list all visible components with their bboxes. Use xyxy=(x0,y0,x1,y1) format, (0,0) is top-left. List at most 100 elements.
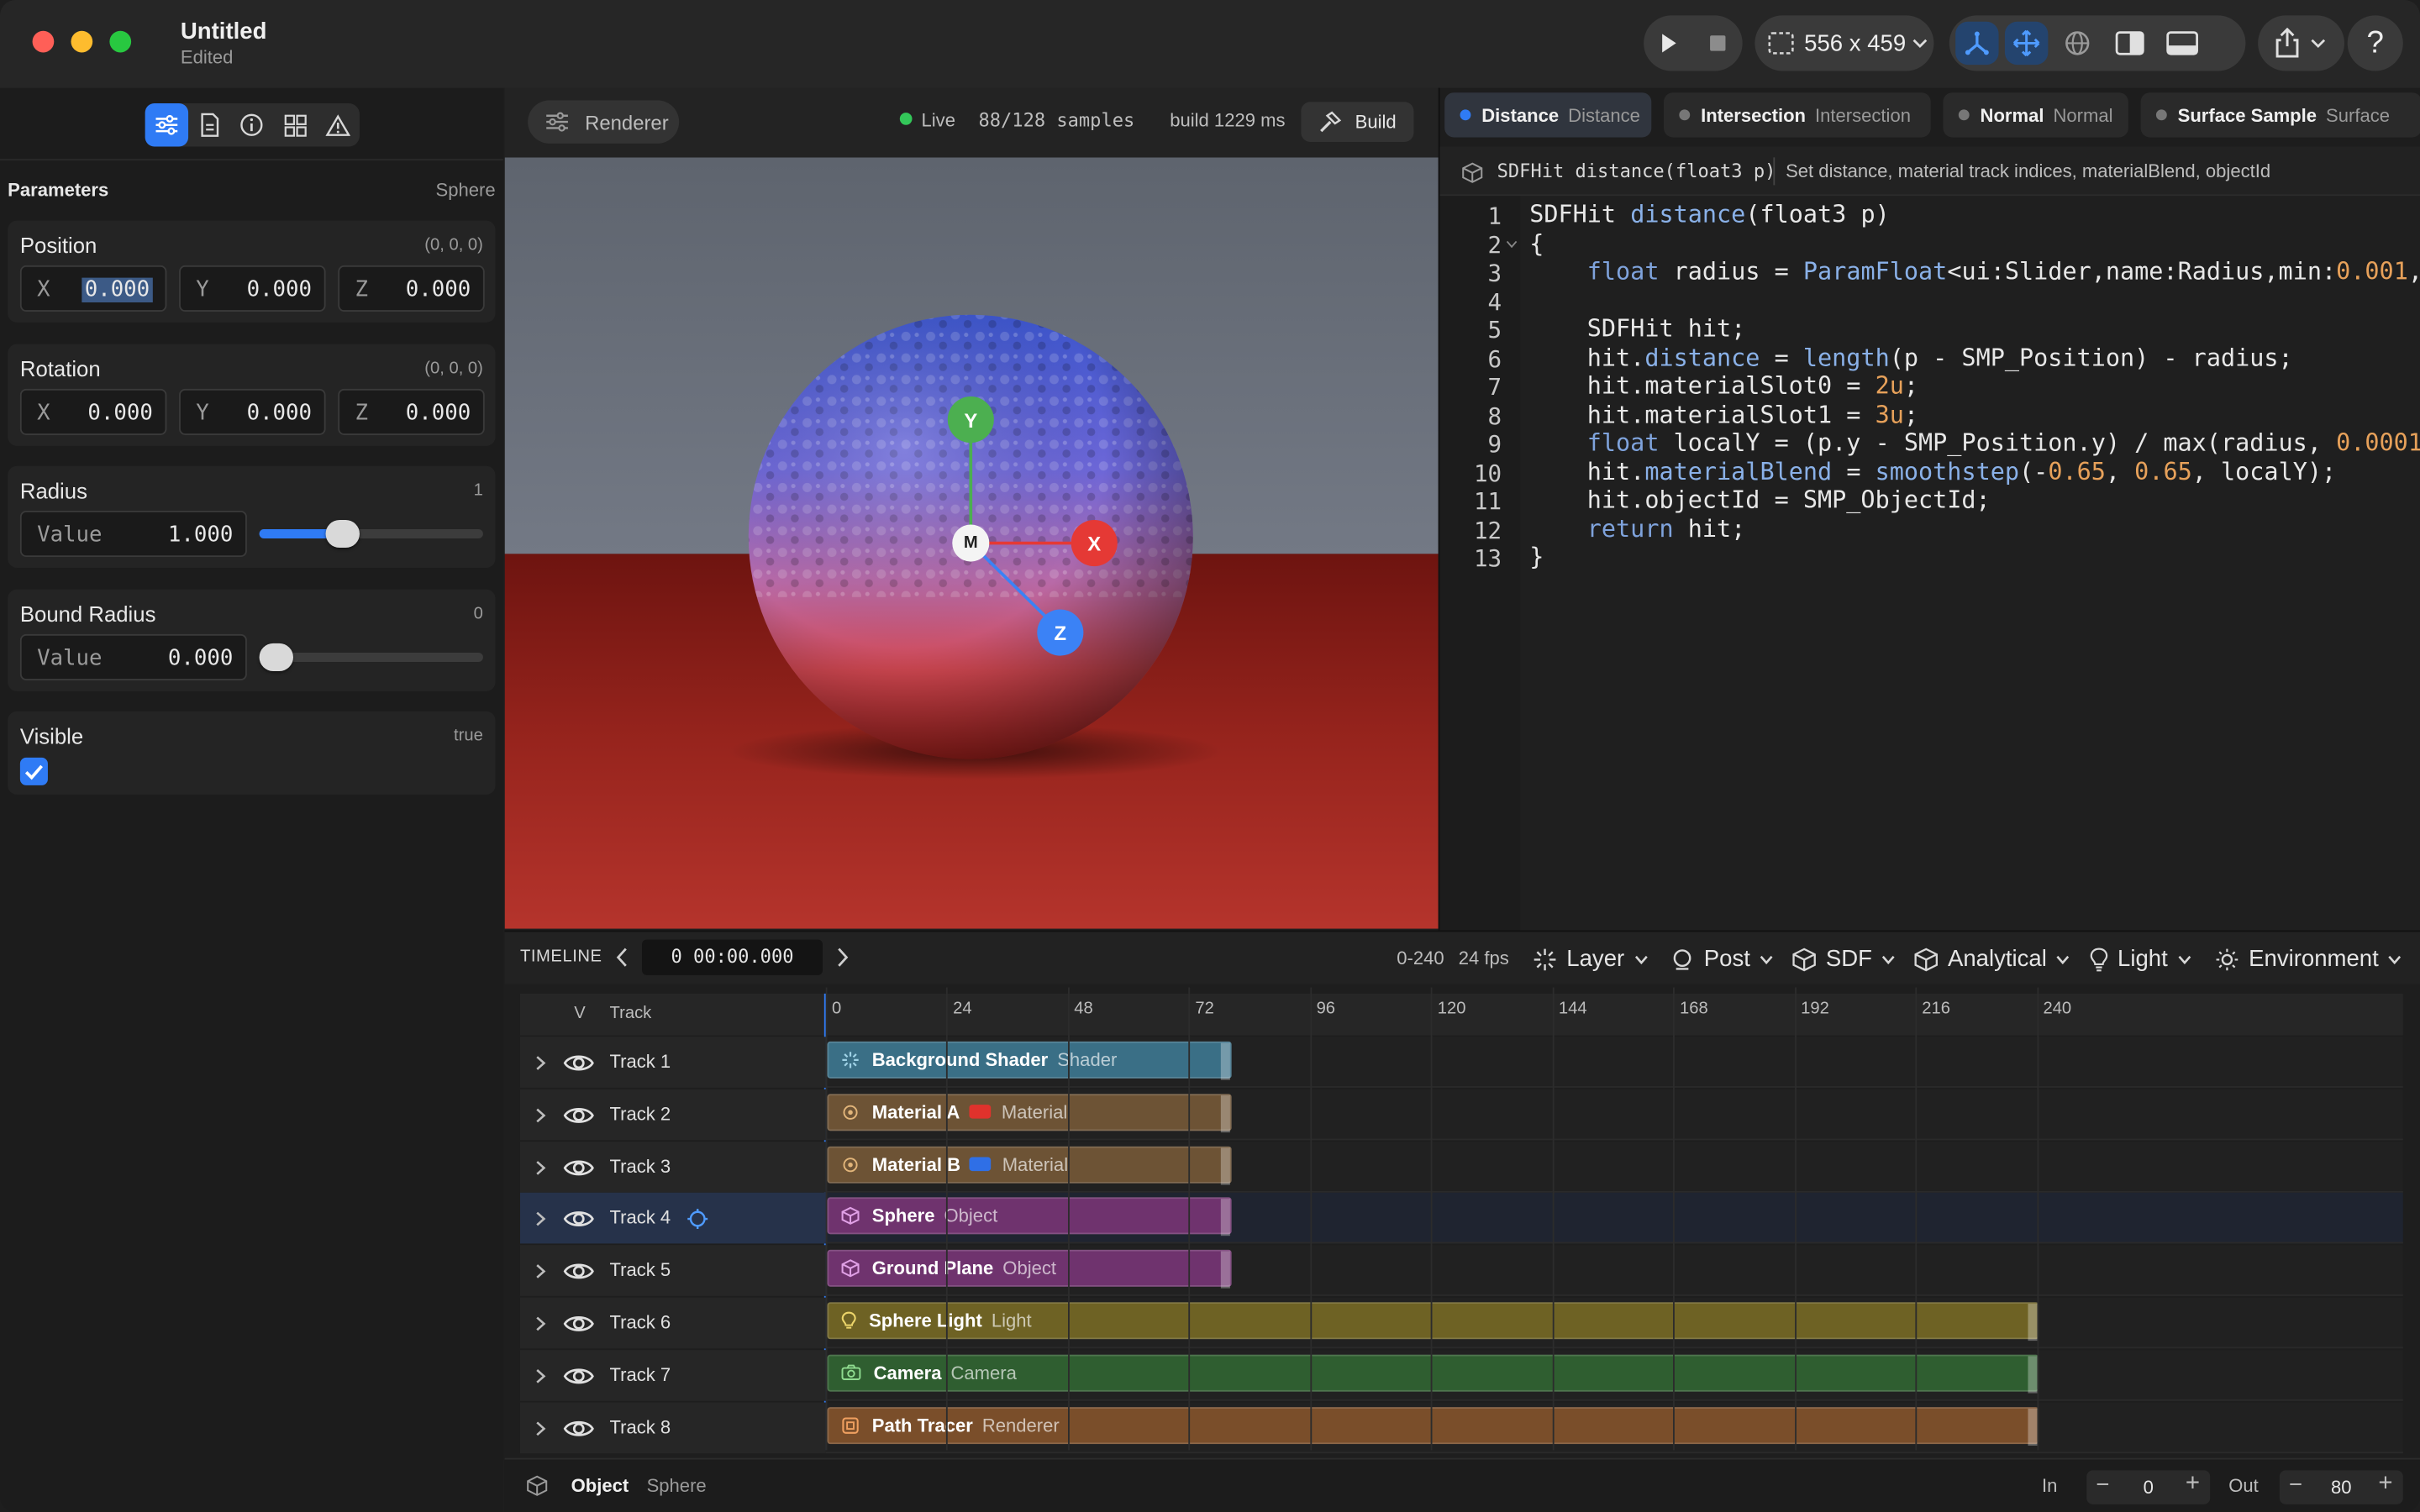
clip-trim-handle[interactable] xyxy=(2028,1408,2038,1446)
eye-icon[interactable] xyxy=(563,1313,594,1335)
timecode-field[interactable]: 0 00:00.000 xyxy=(642,939,823,975)
split-view-button[interactable] xyxy=(2103,15,2155,71)
track-row[interactable]: Track 2 Material A Material xyxy=(519,1089,2403,1140)
track-row[interactable]: Track 3 Material B Material xyxy=(519,1141,2403,1193)
build-button[interactable]: Build xyxy=(1301,102,1414,142)
disclosure-chevron-icon[interactable] xyxy=(535,1055,546,1070)
tab-document[interactable] xyxy=(188,103,231,146)
tab-intersection[interactable]: Intersection Intersection xyxy=(1664,92,1931,138)
increment-icon[interactable]: + xyxy=(2378,1470,2392,1498)
disclosure-chevron-icon[interactable] xyxy=(535,1107,546,1122)
move-tool-button[interactable] xyxy=(2004,21,2049,66)
tab-warnings[interactable] xyxy=(317,103,360,146)
position-x-field[interactable]: X 0.000 xyxy=(19,265,167,312)
track-header[interactable]: Track 1 xyxy=(519,1037,826,1088)
disclosure-chevron-icon[interactable] xyxy=(535,1212,546,1227)
environment-menu[interactable]: Environment xyxy=(2215,946,2402,972)
track-header[interactable]: Track 2 xyxy=(519,1089,826,1140)
in-point-stepper[interactable]: − 0 + xyxy=(2086,1470,2211,1504)
previous-frame-icon[interactable] xyxy=(616,948,629,968)
track-clip[interactable]: Sphere Light Light xyxy=(827,1302,2039,1341)
gizmo-x-handle[interactable]: X xyxy=(1071,519,1118,567)
disclosure-chevron-icon[interactable] xyxy=(535,1316,546,1331)
rotation-y-field[interactable]: Y 0.000 xyxy=(179,388,326,435)
play-button[interactable] xyxy=(1644,15,1693,71)
track-clip[interactable]: Sphere Object xyxy=(827,1198,1231,1236)
position-y-field[interactable]: Y 0.000 xyxy=(179,265,326,312)
tab-parameters[interactable] xyxy=(145,103,188,147)
rotation-z-field[interactable]: Z 0.000 xyxy=(338,388,485,435)
gizmo-y-handle[interactable]: Y xyxy=(947,396,994,444)
bottom-panel-button[interactable] xyxy=(2156,15,2208,71)
track-row[interactable]: Track 6 Sphere Light Light xyxy=(519,1297,2403,1349)
clip-trim-handle[interactable] xyxy=(1220,1251,1230,1289)
transform-tool-button[interactable] xyxy=(1955,21,1999,66)
code-editor[interactable]: 1 2 3 4 5 6 7 8 9 10 11 12 13 SDFHit dis… xyxy=(1439,196,2420,931)
analytical-menu[interactable]: Analytical xyxy=(1914,946,2070,972)
decrement-icon[interactable]: − xyxy=(2289,1472,2302,1498)
out-point-stepper[interactable]: − 80 + xyxy=(2279,1470,2403,1504)
track-clip[interactable]: Material B Material xyxy=(827,1145,1231,1184)
track-row[interactable]: Track 4 Sphere Object xyxy=(519,1193,2403,1245)
clip-trim-handle[interactable] xyxy=(1220,1042,1230,1080)
track-clip[interactable]: Path Tracer Renderer xyxy=(827,1406,2039,1446)
eye-icon[interactable] xyxy=(563,1157,594,1179)
next-frame-icon[interactable] xyxy=(837,948,850,968)
eye-icon[interactable] xyxy=(563,1105,594,1126)
bound-radius-slider-knob[interactable] xyxy=(259,643,293,671)
rotation-x-field[interactable]: X 0.000 xyxy=(19,388,167,435)
target-icon[interactable] xyxy=(687,1209,708,1231)
sdf-menu[interactable]: SDF xyxy=(1791,946,1895,972)
zoom-window-button[interactable] xyxy=(109,30,132,53)
track-row[interactable]: Track 1 Background Shader Shader xyxy=(519,1037,2403,1088)
track-header[interactable]: Track 6 xyxy=(519,1297,826,1349)
clip-trim-handle[interactable] xyxy=(2028,1304,2038,1341)
eye-icon[interactable] xyxy=(563,1209,594,1231)
track-clip[interactable]: Camera Camera xyxy=(827,1354,2039,1394)
clip-trim-handle[interactable] xyxy=(1220,1147,1230,1184)
eye-icon[interactable] xyxy=(563,1365,594,1387)
close-window-button[interactable] xyxy=(32,30,55,53)
frame-ruler[interactable] xyxy=(825,993,2403,1036)
clip-trim-handle[interactable] xyxy=(2028,1356,2038,1394)
tab-distance[interactable]: Distance Distance xyxy=(1444,92,1652,138)
track-header[interactable]: Track 7 xyxy=(519,1349,826,1401)
eye-icon[interactable] xyxy=(563,1053,594,1074)
track-row[interactable]: Track 7 Camera Camera xyxy=(519,1349,2403,1401)
tab-normal[interactable]: Normal Normal xyxy=(1943,92,2128,138)
track-row[interactable]: Track 5 Ground Plane Object xyxy=(519,1245,2403,1297)
tab-info[interactable] xyxy=(231,103,274,146)
track-clip[interactable]: Ground Plane Object xyxy=(827,1250,1231,1289)
render-viewport[interactable]: Y X Z M xyxy=(504,157,1439,929)
position-z-field[interactable]: Z 0.000 xyxy=(338,265,485,312)
radius-value-field[interactable]: Value 1.000 xyxy=(19,510,247,558)
share-menu-button[interactable] xyxy=(2258,15,2344,71)
stop-button[interactable] xyxy=(1693,15,1743,71)
light-menu[interactable]: Light xyxy=(2090,946,2191,972)
disclosure-chevron-icon[interactable] xyxy=(535,1368,546,1383)
track-header[interactable]: Track 3 xyxy=(519,1141,826,1193)
layer-menu[interactable]: Layer xyxy=(1533,946,1648,972)
disclosure-chevron-icon[interactable] xyxy=(535,1264,546,1279)
gizmo-z-handle[interactable]: Z xyxy=(1037,609,1084,656)
track-header[interactable]: Track 8 xyxy=(519,1401,826,1453)
track-header[interactable]: Track 4 xyxy=(519,1193,826,1245)
tab-grid[interactable] xyxy=(274,103,317,146)
gizmo-move-handle[interactable]: M xyxy=(952,524,990,562)
clip-trim-handle[interactable] xyxy=(1220,1199,1230,1236)
increment-icon[interactable]: + xyxy=(2186,1470,2200,1498)
track-clip[interactable]: Material A Material xyxy=(827,1093,1231,1132)
track-row[interactable]: Track 8 Path Tracer Renderer xyxy=(519,1401,2403,1453)
clip-trim-handle[interactable] xyxy=(1220,1095,1230,1132)
rotate-tool-button[interactable] xyxy=(2051,15,2103,71)
fold-chevron-icon[interactable] xyxy=(1506,240,1518,249)
tab-surface-sample[interactable]: Surface Sample Surface xyxy=(2140,92,2420,138)
radius-slider-knob[interactable] xyxy=(325,519,360,549)
visible-checkbox[interactable] xyxy=(19,757,48,785)
track-header[interactable]: Track 5 xyxy=(519,1245,826,1297)
track-clip[interactable]: Background Shader Shader xyxy=(827,1041,1231,1080)
bound-radius-value-field[interactable]: Value 0.000 xyxy=(19,633,247,680)
eye-icon[interactable] xyxy=(563,1261,594,1283)
help-button[interactable]: ? xyxy=(2347,15,2403,71)
resolution-picker[interactable]: 556 x 459 xyxy=(1754,15,1934,71)
